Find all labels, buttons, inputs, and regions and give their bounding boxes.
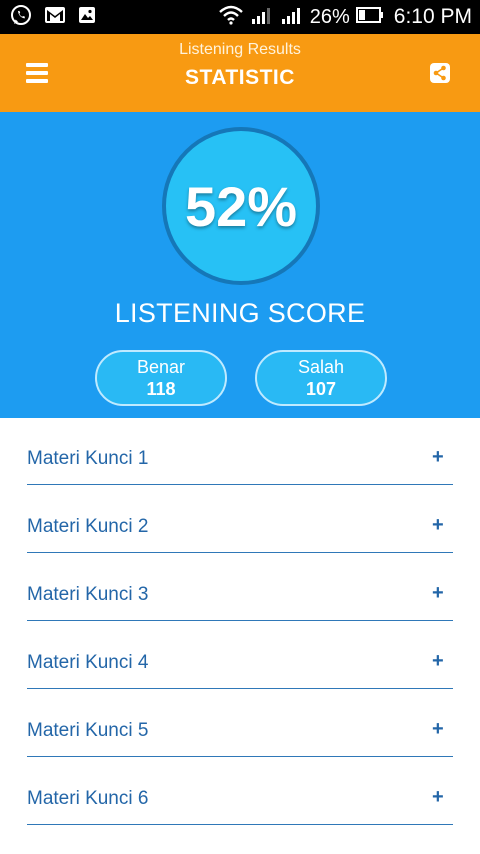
score-label: LISTENING SCORE (114, 298, 366, 328)
score-panel: 52% LISTENING SCORE Benar 118 Salah 107 (0, 112, 480, 418)
score-value: 52% (184, 174, 298, 238)
list-item[interactable]: Materi Kunci 6 + (0, 758, 480, 826)
score-circle: 52% (162, 127, 320, 285)
list-item-label: Materi Kunci 1 (27, 448, 149, 469)
image-icon (78, 6, 96, 29)
share-icon[interactable] (430, 63, 450, 83)
benar-button[interactable]: Benar 118 (95, 350, 227, 406)
wifi-icon (218, 5, 244, 30)
list-item[interactable]: Materi Kunci 3 + (0, 554, 480, 622)
battery-icon (355, 6, 384, 28)
status-bar: 26% 6:10 PM (0, 0, 480, 34)
list-item[interactable]: Materi Kunci 1 + (0, 418, 480, 486)
list-item-label: Materi Kunci 4 (27, 652, 149, 673)
benar-label: Benar (136, 356, 186, 377)
expand-icon[interactable]: + (432, 650, 444, 673)
status-bar-system: 26% 6:10 PM (212, 5, 472, 30)
divider (27, 484, 453, 485)
expand-icon[interactable]: + (432, 446, 444, 469)
expand-icon[interactable]: + (432, 718, 444, 741)
list-item[interactable]: Materi Kunci 4 + (0, 622, 480, 690)
materi-list: Materi Kunci 1 + Materi Kunci 2 + Materi… (0, 418, 480, 826)
list-item-label: Materi Kunci 5 (27, 720, 149, 741)
salah-label: Salah (297, 356, 345, 377)
divider (27, 688, 453, 689)
divider (27, 756, 453, 757)
app-bar-subtitle: Listening Results (179, 41, 301, 58)
benar-count: 118 (146, 378, 176, 399)
page-title: STATISTIC (185, 66, 295, 89)
divider (27, 824, 453, 825)
list-item-label: Materi Kunci 3 (27, 584, 149, 605)
divider (27, 620, 453, 621)
clock: 6:10 PM (393, 5, 472, 28)
status-bar-notifications (10, 4, 108, 31)
expand-icon[interactable]: + (432, 786, 444, 809)
signal-icon (280, 5, 304, 30)
battery-percentage: 26% (309, 5, 350, 28)
salah-count: 107 (305, 378, 337, 399)
divider (27, 552, 453, 553)
list-item[interactable]: Materi Kunci 2 + (0, 486, 480, 554)
expand-icon[interactable]: + (432, 514, 444, 537)
gmail-icon (44, 6, 66, 29)
list-item-label: Materi Kunci 6 (27, 788, 149, 809)
app-bar: Listening Results STATISTIC (0, 34, 480, 112)
signal-icon (250, 5, 274, 30)
expand-icon[interactable]: + (432, 582, 444, 605)
salah-button[interactable]: Salah 107 (255, 350, 387, 406)
whatsapp-icon (10, 4, 32, 31)
list-item[interactable]: Materi Kunci 5 + (0, 690, 480, 758)
list-item-label: Materi Kunci 2 (27, 516, 149, 537)
